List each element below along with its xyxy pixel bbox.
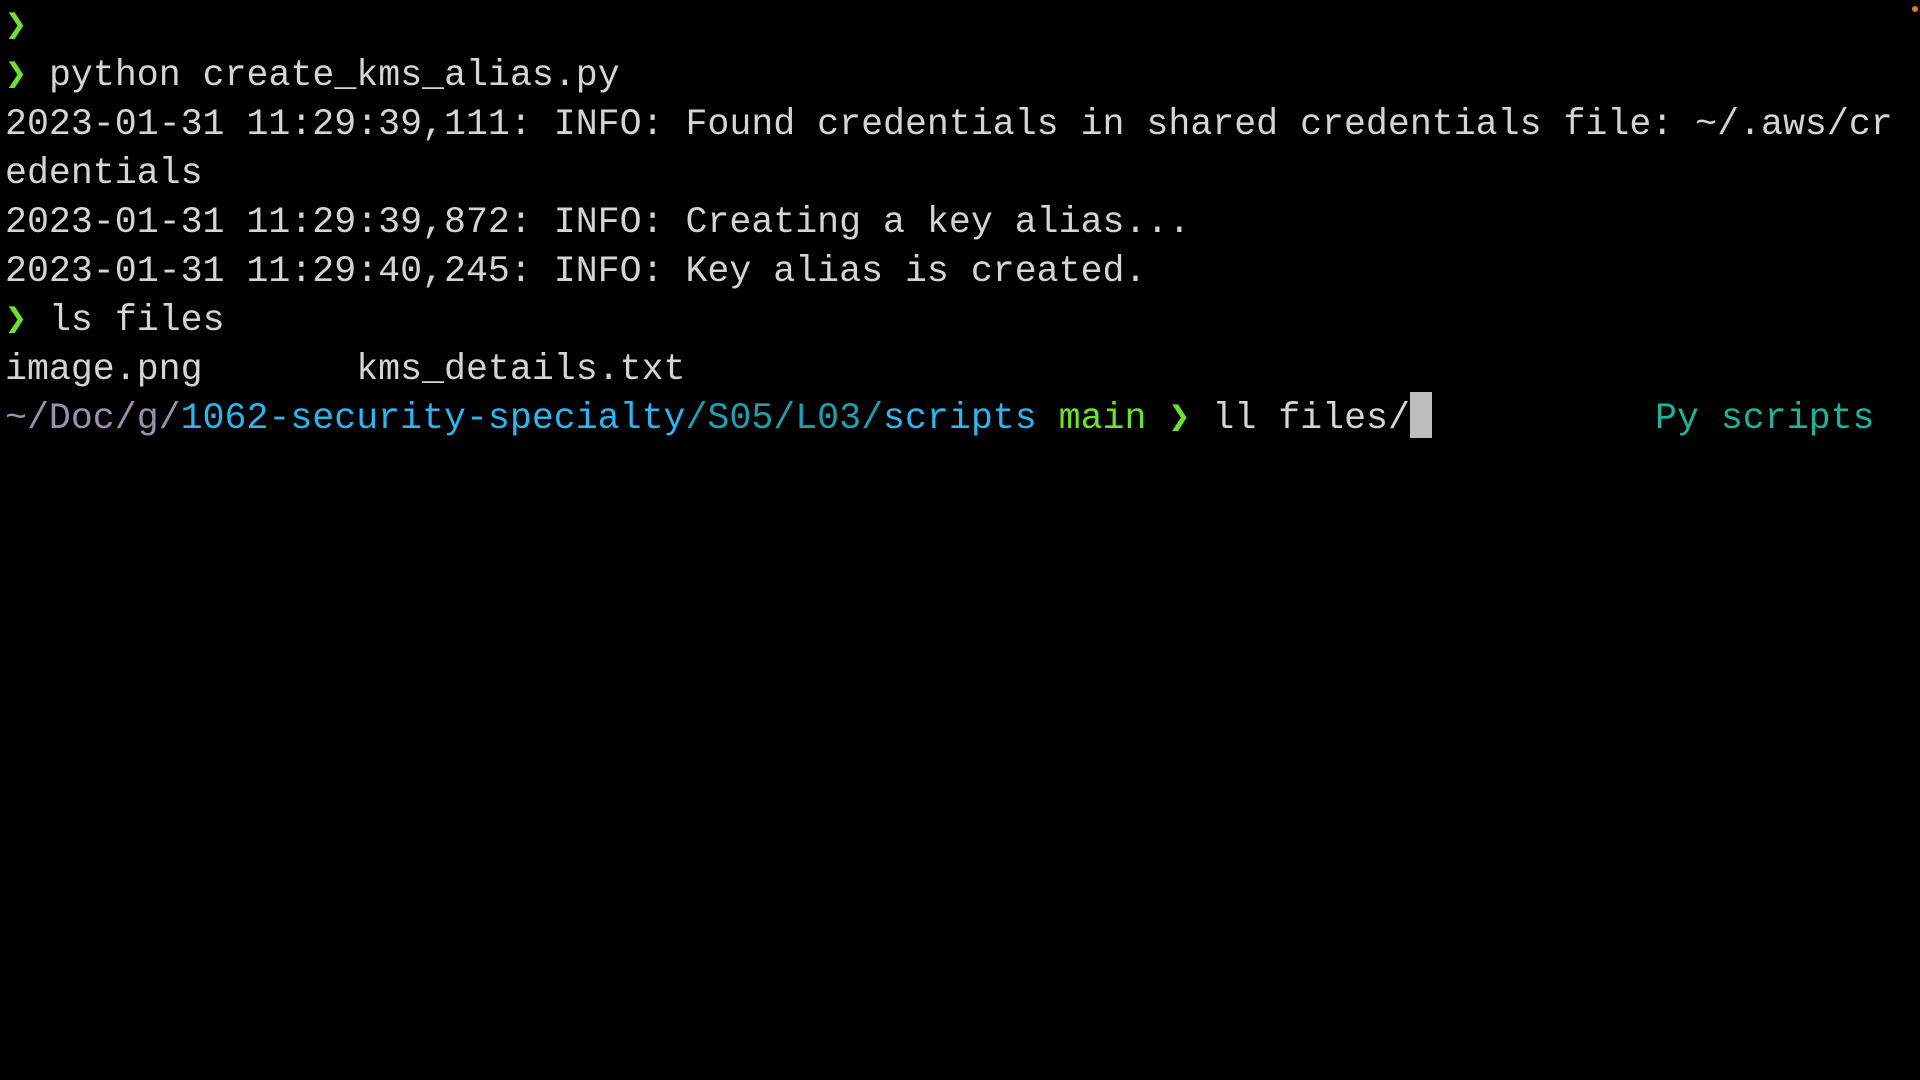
command-input[interactable]: ll files/ xyxy=(1212,398,1410,439)
path-repo: 1062-security-specialty xyxy=(180,398,686,439)
output-line: 2023-01-31 11:29:39,111: INFO: Found cre… xyxy=(5,104,1893,145)
prompt-chevron-icon: ❯ xyxy=(5,300,28,341)
output-line: edentials xyxy=(5,153,203,194)
text-cursor xyxy=(1409,392,1432,439)
prompt-chevron-icon: ❯ xyxy=(5,55,28,96)
path-current-dir: scripts xyxy=(883,398,1037,439)
current-prompt-line[interactable]: ~/Doc/g/1062-security-specialty/S05/L03/… xyxy=(5,392,1920,443)
file-entry: image.png xyxy=(5,349,203,390)
prompt-line: ❯ ls files xyxy=(5,296,1920,345)
ls-output: image.png kms_details.txt xyxy=(5,345,1920,394)
prompt-line: ❯ python create_kms_alias.py xyxy=(5,51,1920,100)
prompt-chevron-icon: ❯ xyxy=(5,6,28,47)
terminal[interactable]: ❯ ❯ python create_kms_alias.py 2023-01-3… xyxy=(5,2,1920,443)
command-text: python create_kms_alias.py xyxy=(48,55,620,96)
path-middle: /S05/L03/ xyxy=(685,398,884,439)
prompt-line-empty: ❯ xyxy=(5,2,1920,51)
file-entry: kms_details.txt xyxy=(356,349,686,390)
right-prompt: Py scripts xyxy=(1655,398,1875,439)
command-text: ls files xyxy=(48,300,225,341)
path-prefix: ~/Doc/g/ xyxy=(5,398,181,439)
prompt-chevron-icon: ❯ xyxy=(1168,398,1191,439)
git-branch: main xyxy=(1058,398,1147,439)
output-line: 2023-01-31 11:29:40,245: INFO: Key alias… xyxy=(5,251,1147,292)
output-line: 2023-01-31 11:29:39,872: INFO: Creating … xyxy=(5,202,1191,243)
